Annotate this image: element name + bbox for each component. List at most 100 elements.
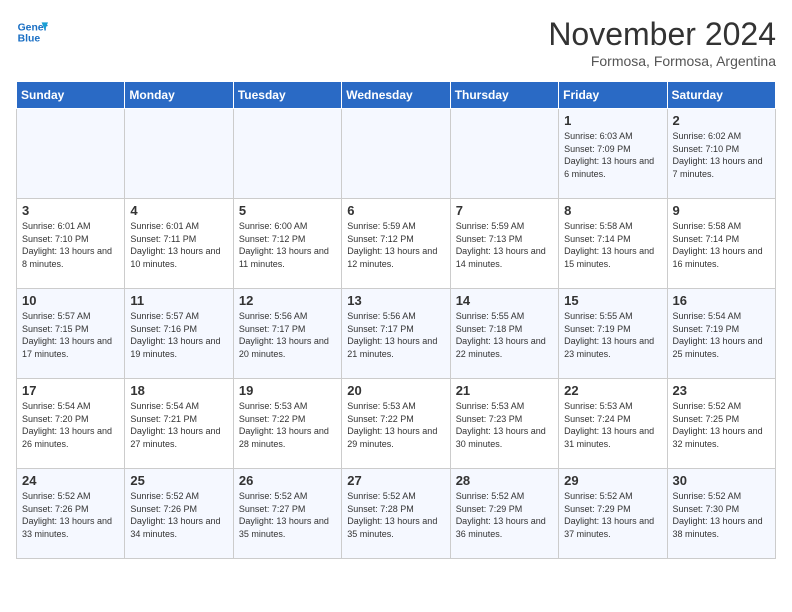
day-info: Sunrise: 5:58 AM Sunset: 7:14 PM Dayligh… (673, 220, 770, 270)
calendar-cell: 16Sunrise: 5:54 AM Sunset: 7:19 PM Dayli… (667, 289, 775, 379)
calendar-cell: 4 Sunrise: 6:01 AM Sunset: 7:11 PM Daylig… (125, 199, 233, 289)
day-number: 18 (130, 383, 227, 398)
calendar-cell (342, 109, 450, 199)
calendar-body: 1 Sunrise: 6:03 AM Sunset: 7:09 PM Daylig… (17, 109, 776, 559)
day-info: Sunrise: 5:52 AM Sunset: 7:28 PM Dayligh… (347, 490, 444, 540)
day-info: Sunrise: 5:52 AM Sunset: 7:26 PM Dayligh… (22, 490, 119, 540)
day-number: 4 (130, 203, 227, 218)
title-area: November 2024 Formosa, Formosa, Argentin… (548, 16, 776, 69)
day-number: 24 (22, 473, 119, 488)
day-number: 12 (239, 293, 336, 308)
calendar-cell: 13Sunrise: 5:56 AM Sunset: 7:17 PM Dayli… (342, 289, 450, 379)
day-info: Sunrise: 6:00 AM Sunset: 7:12 PM Dayligh… (239, 220, 336, 270)
calendar-cell: 28 Sunrise: 5:52 AM Sunset: 7:29 PM Dayli… (450, 469, 558, 559)
day-info: Sunrise: 5:52 AM Sunset: 7:27 PM Dayligh… (239, 490, 336, 540)
calendar-cell (233, 109, 341, 199)
day-info: Sunrise: 5:52 AM Sunset: 7:29 PM Dayligh… (456, 490, 553, 540)
week-row-3: 17 Sunrise: 5:54 AM Sunset: 7:20 PM Dayli… (17, 379, 776, 469)
day-info: Sunrise: 5:53 AM Sunset: 7:22 PM Dayligh… (347, 400, 444, 450)
calendar-cell (450, 109, 558, 199)
day-number: 19 (239, 383, 336, 398)
day-number: 22 (564, 383, 661, 398)
logo: General Blue (16, 16, 48, 48)
day-number: 6 (347, 203, 444, 218)
day-number: 3 (22, 203, 119, 218)
calendar-cell: 7 Sunrise: 5:59 AM Sunset: 7:13 PM Daylig… (450, 199, 558, 289)
day-number: 1 (564, 113, 661, 128)
day-number: 23 (673, 383, 770, 398)
day-info: Sunrise: 5:54 AM Sunset: 7:19 PM Dayligh… (673, 310, 770, 360)
day-info: Sunrise: 5:59 AM Sunset: 7:12 PM Dayligh… (347, 220, 444, 270)
day-info: Sunrise: 5:52 AM Sunset: 7:30 PM Dayligh… (673, 490, 770, 540)
calendar-cell: 15 Sunrise: 5:55 AM Sunset: 7:19 PM Dayli… (559, 289, 667, 379)
day-number: 5 (239, 203, 336, 218)
day-number: 26 (239, 473, 336, 488)
calendar-cell: 1 Sunrise: 6:03 AM Sunset: 7:09 PM Daylig… (559, 109, 667, 199)
calendar-cell: 24 Sunrise: 5:52 AM Sunset: 7:26 PM Dayli… (17, 469, 125, 559)
calendar-cell: 10Sunrise: 5:57 AM Sunset: 7:15 PM Dayli… (17, 289, 125, 379)
week-row-1: 3 Sunrise: 6:01 AM Sunset: 7:10 PM Daylig… (17, 199, 776, 289)
calendar-cell: 23Sunrise: 5:52 AM Sunset: 7:25 PM Dayli… (667, 379, 775, 469)
calendar-cell: 9 Sunrise: 5:58 AM Sunset: 7:14 PM Daylig… (667, 199, 775, 289)
week-row-0: 1 Sunrise: 6:03 AM Sunset: 7:09 PM Daylig… (17, 109, 776, 199)
day-number: 7 (456, 203, 553, 218)
day-number: 15 (564, 293, 661, 308)
day-number: 2 (673, 113, 770, 128)
day-number: 21 (456, 383, 553, 398)
day-info: Sunrise: 5:53 AM Sunset: 7:23 PM Dayligh… (456, 400, 553, 450)
calendar-cell: 8 Sunrise: 5:58 AM Sunset: 7:14 PM Daylig… (559, 199, 667, 289)
calendar-cell: 14 Sunrise: 5:55 AM Sunset: 7:18 PM Dayli… (450, 289, 558, 379)
calendar-cell: 11Sunrise: 5:57 AM Sunset: 7:16 PM Dayli… (125, 289, 233, 379)
calendar-cell: 2 Sunrise: 6:02 AM Sunset: 7:10 PM Daylig… (667, 109, 775, 199)
day-number: 8 (564, 203, 661, 218)
calendar-cell: 26 Sunrise: 5:52 AM Sunset: 7:27 PM Dayli… (233, 469, 341, 559)
day-info: Sunrise: 6:01 AM Sunset: 7:10 PM Dayligh… (22, 220, 119, 270)
day-info: Sunrise: 6:03 AM Sunset: 7:09 PM Dayligh… (564, 130, 661, 180)
calendar-cell (125, 109, 233, 199)
day-header-friday: Friday (559, 82, 667, 109)
calendar-cell: 22 Sunrise: 5:53 AM Sunset: 7:24 PM Dayli… (559, 379, 667, 469)
day-info: Sunrise: 5:55 AM Sunset: 7:19 PM Dayligh… (564, 310, 661, 360)
calendar-cell: 6 Sunrise: 5:59 AM Sunset: 7:12 PM Daylig… (342, 199, 450, 289)
location: Formosa, Formosa, Argentina (548, 53, 776, 69)
day-header-saturday: Saturday (667, 82, 775, 109)
logo-icon: General Blue (16, 16, 48, 48)
day-info: Sunrise: 5:54 AM Sunset: 7:20 PM Dayligh… (22, 400, 119, 450)
day-number: 27 (347, 473, 444, 488)
calendar-cell: 5 Sunrise: 6:00 AM Sunset: 7:12 PM Daylig… (233, 199, 341, 289)
day-number: 20 (347, 383, 444, 398)
calendar-cell: 3 Sunrise: 6:01 AM Sunset: 7:10 PM Daylig… (17, 199, 125, 289)
day-info: Sunrise: 5:59 AM Sunset: 7:13 PM Dayligh… (456, 220, 553, 270)
calendar-cell (17, 109, 125, 199)
day-info: Sunrise: 6:01 AM Sunset: 7:11 PM Dayligh… (130, 220, 227, 270)
day-header-tuesday: Tuesday (233, 82, 341, 109)
week-row-4: 24 Sunrise: 5:52 AM Sunset: 7:26 PM Dayli… (17, 469, 776, 559)
page-header: General Blue November 2024 Formosa, Form… (16, 16, 776, 69)
svg-text:Blue: Blue (18, 34, 41, 45)
calendar-table: SundayMondayTuesdayWednesdayThursdayFrid… (16, 81, 776, 559)
day-number: 28 (456, 473, 553, 488)
day-info: Sunrise: 5:57 AM Sunset: 7:16 PM Dayligh… (130, 310, 227, 360)
day-number: 14 (456, 293, 553, 308)
day-number: 25 (130, 473, 227, 488)
day-number: 30 (673, 473, 770, 488)
day-info: Sunrise: 5:53 AM Sunset: 7:24 PM Dayligh… (564, 400, 661, 450)
calendar-cell: 20 Sunrise: 5:53 AM Sunset: 7:22 PM Dayli… (342, 379, 450, 469)
calendar-cell: 29 Sunrise: 5:52 AM Sunset: 7:29 PM Dayli… (559, 469, 667, 559)
day-info: Sunrise: 5:58 AM Sunset: 7:14 PM Dayligh… (564, 220, 661, 270)
day-info: Sunrise: 5:57 AM Sunset: 7:15 PM Dayligh… (22, 310, 119, 360)
calendar-cell: 18Sunrise: 5:54 AM Sunset: 7:21 PM Dayli… (125, 379, 233, 469)
calendar-cell: 17 Sunrise: 5:54 AM Sunset: 7:20 PM Dayli… (17, 379, 125, 469)
month-title: November 2024 (548, 16, 776, 53)
day-info: Sunrise: 6:02 AM Sunset: 7:10 PM Dayligh… (673, 130, 770, 180)
day-number: 9 (673, 203, 770, 218)
day-info: Sunrise: 5:56 AM Sunset: 7:17 PM Dayligh… (239, 310, 336, 360)
calendar-cell: 30 Sunrise: 5:52 AM Sunset: 7:30 PM Dayli… (667, 469, 775, 559)
day-number: 29 (564, 473, 661, 488)
calendar-cell: 27 Sunrise: 5:52 AM Sunset: 7:28 PM Dayli… (342, 469, 450, 559)
day-header-thursday: Thursday (450, 82, 558, 109)
week-row-2: 10Sunrise: 5:57 AM Sunset: 7:15 PM Dayli… (17, 289, 776, 379)
day-info: Sunrise: 5:55 AM Sunset: 7:18 PM Dayligh… (456, 310, 553, 360)
day-number: 17 (22, 383, 119, 398)
day-info: Sunrise: 5:52 AM Sunset: 7:29 PM Dayligh… (564, 490, 661, 540)
